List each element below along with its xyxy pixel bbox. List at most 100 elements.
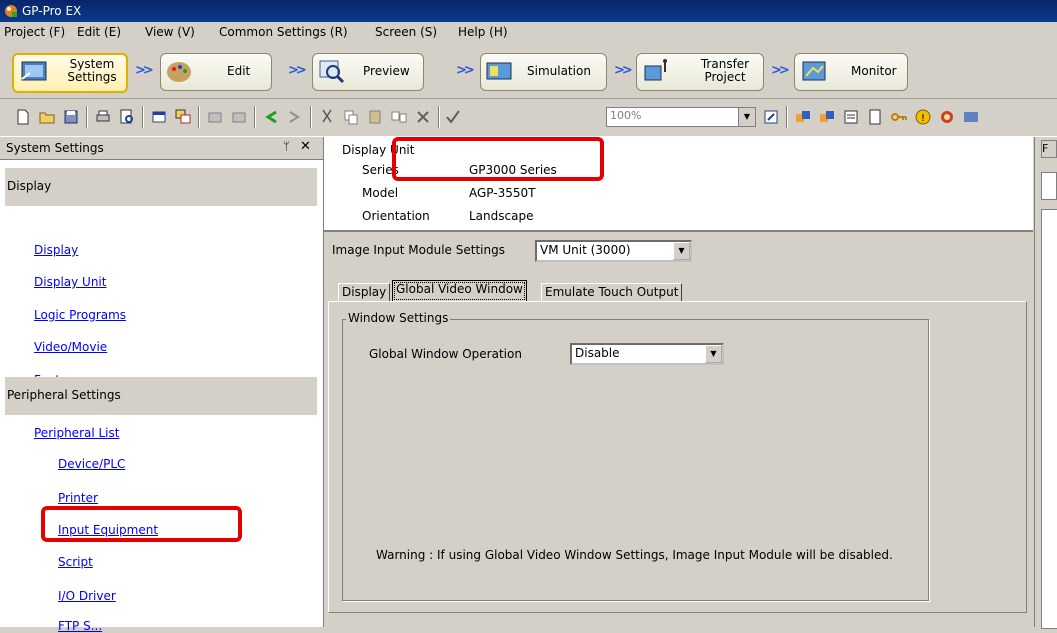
duplicate-icon[interactable] xyxy=(390,108,408,126)
separator xyxy=(86,106,88,128)
screen-list-icon[interactable] xyxy=(174,108,192,126)
system-settings-panel: System Settings ᛘ ✕ Display Display Disp… xyxy=(0,137,324,633)
right-panel-tab[interactable]: F xyxy=(1041,140,1057,158)
tab-global-video-window[interactable]: Global Video Window xyxy=(392,280,527,302)
print-icon[interactable] xyxy=(94,108,112,126)
transfer-project-button[interactable]: Transfer Project xyxy=(636,53,764,91)
app-icon xyxy=(5,5,17,17)
copy-icon[interactable] xyxy=(342,108,360,126)
tool-icon[interactable] xyxy=(818,108,836,126)
group-label: Display xyxy=(7,179,52,193)
tab-emulate-touch-output[interactable]: Emulate Touch Output xyxy=(541,283,683,301)
orientation-value: Landscape xyxy=(469,209,534,223)
print-preview-icon[interactable] xyxy=(118,108,136,126)
link-peripheral-list[interactable]: Peripheral List xyxy=(34,426,119,440)
pin-icon[interactable]: ᛘ xyxy=(283,140,290,153)
tool-icon[interactable] xyxy=(962,108,980,126)
zoom-value: 100% xyxy=(610,109,642,122)
flow-arrow-icon: >> xyxy=(771,63,790,78)
cut-icon[interactable] xyxy=(318,108,336,126)
save-icon[interactable] xyxy=(62,108,80,126)
new-file-icon[interactable] xyxy=(14,108,32,126)
transfer-icon xyxy=(644,59,667,81)
edit-label: Edit xyxy=(227,64,251,78)
close-icon[interactable]: ✕ xyxy=(300,139,311,154)
monitor-icon xyxy=(802,61,826,81)
orientation-label: Orientation xyxy=(362,209,430,223)
monitor-button[interactable]: Monitor xyxy=(794,53,908,91)
flow-arrow-icon: >> xyxy=(288,63,307,78)
chevron-down-icon[interactable]: ▼ xyxy=(673,242,690,260)
menu-common-settings[interactable]: Common Settings (R) xyxy=(219,25,348,39)
highlight-box xyxy=(41,506,242,542)
info-icon[interactable]: ! xyxy=(914,108,932,126)
link-video-movie[interactable]: Video/Movie xyxy=(34,340,107,354)
image-input-select[interactable]: VM Unit (3000) ▼ xyxy=(535,240,692,262)
tool-icon[interactable] xyxy=(794,108,812,126)
global-window-operation-label: Global Window Operation xyxy=(369,347,522,361)
separator xyxy=(198,106,200,128)
menu-help[interactable]: Help (H) xyxy=(458,25,508,39)
link-display-unit[interactable]: Display Unit xyxy=(34,275,106,289)
tool-icon[interactable] xyxy=(866,108,884,126)
display-group-header: Display xyxy=(5,168,317,206)
link-device-plc[interactable]: Device/PLC xyxy=(58,457,125,471)
forward-icon[interactable] xyxy=(230,108,248,126)
preview-label: Preview xyxy=(363,64,410,78)
display-unit-info: Display Unit Series GP3000 Series Model … xyxy=(324,137,1033,232)
right-panel-field[interactable] xyxy=(1041,172,1057,200)
palette-icon xyxy=(167,62,191,82)
simulation-label: Simulation xyxy=(527,64,591,78)
menu-bar: Project (F) Edit (E) View (V) Common Set… xyxy=(0,22,1057,42)
right-panel-list xyxy=(1041,209,1057,629)
flow-arrow-icon: >> xyxy=(456,63,475,78)
delete-icon[interactable] xyxy=(414,108,432,126)
magnifier-icon xyxy=(319,60,345,84)
separator xyxy=(438,106,440,128)
tool-icon[interactable] xyxy=(842,108,860,126)
monitor-label: Monitor xyxy=(851,64,897,78)
transfer-label: Transfer Project xyxy=(700,57,750,84)
system-settings-icon xyxy=(21,61,47,81)
link-logic-programs[interactable]: Logic Programs xyxy=(34,308,126,322)
warning-text: Warning : If using Global Video Window S… xyxy=(376,548,893,562)
simulation-icon xyxy=(486,62,512,80)
menu-view[interactable]: View (V) xyxy=(145,25,195,39)
zoom-select[interactable]: 100% ▼ xyxy=(606,107,756,127)
menu-project[interactable]: Project (F) xyxy=(4,25,65,39)
open-folder-icon[interactable] xyxy=(38,108,56,126)
link-io-driver[interactable]: I/O Driver xyxy=(58,589,116,603)
separator xyxy=(310,106,312,128)
menu-screen[interactable]: Screen (S) xyxy=(375,25,437,39)
panel-header: System Settings ᛘ ✕ xyxy=(0,137,323,160)
tool-icon[interactable] xyxy=(938,108,956,126)
paste-icon[interactable] xyxy=(366,108,384,126)
global-window-operation-select[interactable]: Disable ▼ xyxy=(570,343,724,365)
menu-edit[interactable]: Edit (E) xyxy=(77,25,121,39)
edit-button[interactable]: Edit xyxy=(160,53,272,91)
window-settings-legend: Window Settings xyxy=(346,311,451,325)
new-screen-icon[interactable] xyxy=(150,108,168,126)
peripheral-group-header: Peripheral Settings xyxy=(5,377,317,415)
link-display[interactable]: Display xyxy=(34,243,78,257)
link-ftp-server[interactable]: FTP S... xyxy=(58,619,102,633)
key-icon[interactable] xyxy=(890,108,908,126)
settings-content: Display Unit Series GP3000 Series Model … xyxy=(324,137,1033,627)
system-settings-button[interactable]: System Settings xyxy=(12,53,128,93)
model-label: Model xyxy=(362,186,399,200)
highlight-box xyxy=(392,137,604,181)
chevron-down-icon[interactable]: ▼ xyxy=(705,345,722,363)
link-printer[interactable]: Printer xyxy=(58,491,98,505)
fit-window-icon[interactable] xyxy=(762,108,780,126)
preview-button[interactable]: Preview xyxy=(312,53,424,91)
select-all-icon[interactable] xyxy=(444,108,462,126)
undo-icon[interactable] xyxy=(262,108,280,126)
back-icon[interactable] xyxy=(206,108,224,126)
right-panel-edge: F xyxy=(1034,137,1057,629)
chevron-down-icon[interactable]: ▼ xyxy=(738,108,755,126)
link-script[interactable]: Script xyxy=(58,555,93,569)
simulation-button[interactable]: Simulation xyxy=(480,53,607,91)
window-title: GP-Pro EX xyxy=(22,4,82,18)
redo-icon[interactable] xyxy=(286,108,304,126)
tab-display[interactable]: Display xyxy=(338,283,391,301)
